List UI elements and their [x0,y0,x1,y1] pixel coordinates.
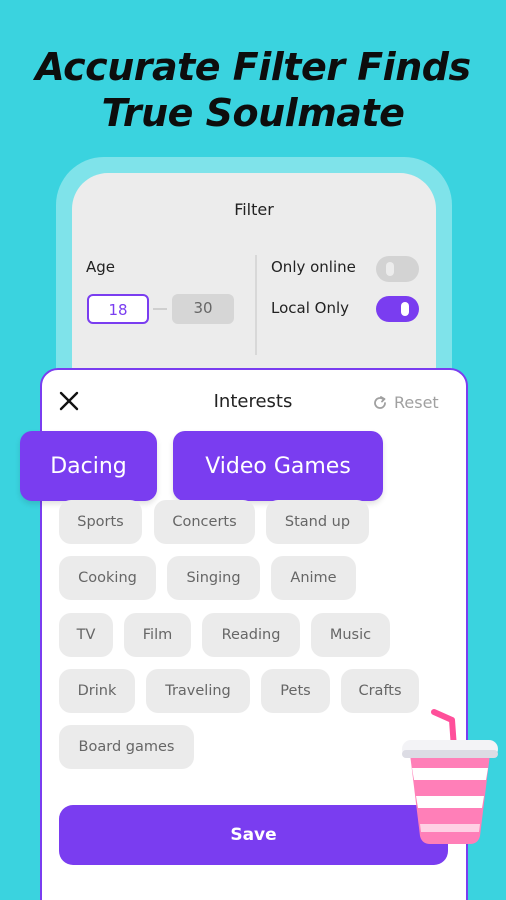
interest-chip[interactable]: Sports [59,500,142,544]
filter-title: Filter [234,200,274,219]
toggle-knob [386,262,394,276]
interest-chip[interactable]: Film [124,613,191,657]
reset-button[interactable]: Reset [372,393,439,412]
interest-chip[interactable]: Crafts [341,669,419,713]
interest-chip[interactable]: Pets [261,669,330,713]
local-only-toggle[interactable] [376,296,419,322]
interest-chip[interactable]: Music [311,613,390,657]
interest-chip[interactable]: Cooking [59,556,156,600]
local-only-label: Local Only [271,299,350,317]
interest-chip[interactable]: Drink [59,669,135,713]
drink-cup-icon [402,709,498,844]
age-max-input[interactable]: 30 [172,294,234,324]
only-online-toggle[interactable] [376,256,419,282]
interest-chip[interactable]: Traveling [146,669,250,713]
headline-line-1: Accurate Filter Finds [35,45,471,89]
interest-chip[interactable]: Singing [167,556,260,600]
interest-chip[interactable]: Stand up [266,500,369,544]
save-button[interactable]: Save [59,805,448,865]
headline-line-2: True Soulmate [101,91,405,135]
reset-label: Reset [394,393,439,412]
interest-chip[interactable]: Anime [271,556,356,600]
toggle-knob [401,302,409,316]
interest-chip-selected[interactable]: Dacing [20,431,157,501]
interests-title: Interests [213,391,293,412]
interest-chip-selected[interactable]: Video Games [173,431,383,501]
only-online-label: Only online [271,258,356,276]
headline: Accurate Filter Finds True Soulmate [0,44,506,136]
interest-chip[interactable]: Reading [202,613,300,657]
interest-chip[interactable]: Concerts [154,500,255,544]
age-label: Age [86,258,116,276]
filter-divider [255,255,257,355]
close-icon[interactable] [58,390,80,412]
refresh-icon [374,395,386,409]
age-range-dash [153,308,167,310]
interest-chip[interactable]: Board games [59,725,194,769]
interest-chip[interactable]: TV [59,613,113,657]
age-min-input[interactable]: 18 [87,294,149,324]
